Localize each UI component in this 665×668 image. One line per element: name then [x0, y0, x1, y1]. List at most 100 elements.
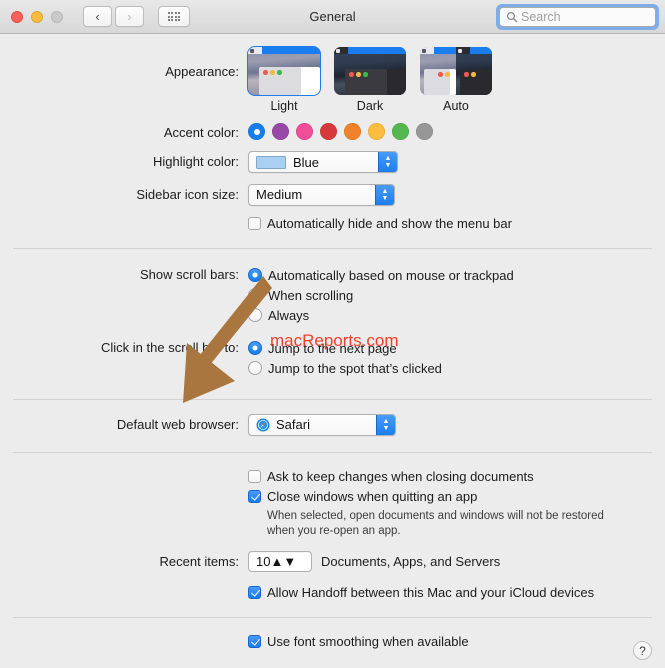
back-button[interactable]: ‹	[83, 6, 112, 27]
scrollbar-option-always-label: Always	[268, 307, 310, 323]
forward-button[interactable]: ›	[115, 6, 144, 27]
scrollbar-radio-auto-line[interactable]: Automatically based on mouse or trackpad	[248, 267, 665, 284]
auto-hide-menu-bar-row: Automatically hide and show the menu bar	[0, 215, 665, 235]
scrollbar-radio-always[interactable]	[248, 307, 262, 322]
accent-swatch-graphite[interactable]	[416, 123, 433, 140]
close-windows-quitting-checkbox[interactable]	[248, 489, 261, 503]
appearance-thumbnail-auto[interactable]	[420, 47, 492, 95]
accent-swatch-orange[interactable]	[344, 123, 361, 140]
stepper-arrows-icon[interactable]: ▲▼	[378, 152, 397, 172]
handoff-row: Allow Handoff between this Mac and your …	[0, 584, 665, 604]
appearance-options[interactable]: Light Dark Auto	[247, 46, 665, 113]
scrollbar-radio-when-scrolling[interactable]	[248, 287, 262, 302]
sidebar-icon-size-value: Medium	[256, 187, 303, 202]
click-scroll-option-spot-clicked-label: Jump to the spot that’s clicked	[268, 360, 442, 376]
ask-keep-changes-label: Ask to keep changes when closing documen…	[267, 468, 534, 484]
zoom-window-button[interactable]	[51, 10, 63, 23]
scrollbar-option-when-scrolling-label: When scrolling	[268, 287, 354, 303]
show-scroll-bars-label: Show scroll bars:	[140, 266, 239, 282]
default-web-browser-dropdown[interactable]: Safari ▲ ▼	[248, 413, 396, 436]
safari-compass-icon	[256, 418, 270, 431]
click-scroll-radio-next-page[interactable]	[248, 340, 262, 355]
appearance-option-auto[interactable]: Auto	[420, 47, 492, 113]
highlight-color-label: Highlight color:	[153, 154, 239, 169]
window-title-bar: ‹ › General Search	[0, 0, 665, 34]
handoff-checkbox[interactable]	[248, 585, 261, 599]
window-controls[interactable]	[11, 10, 63, 23]
accent-swatch-red[interactable]	[320, 123, 337, 140]
search-input[interactable]: Search	[499, 7, 656, 27]
scrollbar-radio-automatic[interactable]	[248, 267, 262, 282]
stepper-arrows-icon[interactable]: ▲▼	[270, 554, 296, 569]
show-all-preferences-button[interactable]	[158, 6, 190, 27]
default-web-browser-row: Default web browser: Safari ▲ ▼	[0, 413, 665, 437]
close-window-button[interactable]	[11, 10, 23, 23]
macreports-watermark: macReports.com	[270, 331, 399, 350]
divider-4	[13, 616, 652, 618]
sidebar-icon-size-label: Sidebar icon size:	[136, 186, 239, 202]
document-options-hint: When selected, open documents and window…	[267, 509, 604, 537]
highlight-color-dropdown[interactable]: Blue ▲ ▼	[248, 151, 398, 173]
handoff-checkbox-line[interactable]: Allow Handoff between this Mac and your …	[248, 584, 665, 601]
font-smoothing-checkbox[interactable]	[248, 634, 261, 648]
accent-color-label: Accent color:	[163, 125, 239, 140]
divider-1	[13, 247, 652, 249]
chevron-right-icon: ›	[127, 9, 132, 24]
close-windows-quitting-label: Close windows when quitting an app	[267, 488, 478, 504]
stepper-arrows-icon[interactable]: ▲▼	[375, 184, 394, 205]
recent-items-suffix: Documents, Apps, and Servers	[321, 553, 501, 569]
close-windows-quitting-line[interactable]: Close windows when quitting an app	[248, 488, 665, 505]
recent-items-value: 10	[256, 553, 271, 569]
appearance-label: Appearance:	[165, 64, 239, 79]
search-icon	[506, 11, 518, 23]
recent-items-stepper[interactable]: 10 ▲▼	[248, 550, 312, 572]
show-all-grid-icon	[167, 11, 181, 22]
accent-color-swatches[interactable]	[248, 123, 665, 140]
appearance-label-light: Light	[270, 99, 298, 113]
ask-keep-changes-checkbox[interactable]	[248, 469, 261, 483]
divider-2	[13, 398, 652, 400]
appearance-option-dark[interactable]: Dark	[334, 47, 406, 113]
minimize-window-button[interactable]	[31, 10, 43, 23]
ask-keep-changes-line[interactable]: Ask to keep changes when closing documen…	[248, 468, 665, 485]
appearance-option-light[interactable]: Light	[247, 46, 321, 113]
scrollbar-option-automatic-label: Automatically based on mouse or trackpad	[268, 267, 514, 283]
accent-color-row: Accent color:	[0, 123, 665, 140]
accent-swatch-blue[interactable]	[248, 123, 265, 140]
font-smoothing-row: Use font smoothing when available	[0, 633, 665, 653]
accent-swatch-yellow[interactable]	[368, 123, 385, 140]
navigation-buttons[interactable]: ‹ ›	[83, 6, 144, 27]
general-preferences-content: Appearance: Light Dark Auto Accent color…	[0, 34, 665, 668]
highlight-color-value: Blue	[293, 154, 320, 170]
appearance-thumbnail-light[interactable]	[247, 46, 321, 96]
search-placeholder: Search	[521, 10, 561, 24]
question-mark-icon: ?	[639, 643, 646, 658]
stepper-arrows-icon[interactable]: ▲▼	[376, 414, 395, 435]
chevron-left-icon: ‹	[95, 9, 100, 24]
font-smoothing-checkbox-line[interactable]: Use font smoothing when available	[248, 633, 665, 650]
accent-swatch-green[interactable]	[392, 123, 409, 140]
appearance-thumbnail-dark[interactable]	[334, 47, 406, 95]
appearance-label-dark: Dark	[356, 99, 384, 113]
highlight-color-swatch	[256, 155, 286, 169]
help-button[interactable]: ?	[633, 641, 652, 660]
document-options-row: Ask to keep changes when closing documen…	[0, 468, 665, 539]
font-smoothing-label: Use font smoothing when available	[267, 633, 469, 649]
auto-hide-menu-bar-checkbox[interactable]	[248, 216, 261, 230]
click-scroll-bar-label: Click in the scroll bar to:	[101, 339, 239, 355]
auto-hide-menu-bar-checkbox-line[interactable]: Automatically hide and show the menu bar	[248, 215, 665, 232]
recent-items-row: Recent items: 10 ▲▼ Documents, Apps, and…	[0, 550, 665, 572]
click-scroll-radio-spot-clicked[interactable]	[248, 360, 262, 375]
click-scroll-spot-clicked-line[interactable]: Jump to the spot that’s clicked	[248, 360, 665, 377]
scrollbar-radio-always-line[interactable]: Always	[248, 307, 665, 324]
handoff-label: Allow Handoff between this Mac and your …	[267, 584, 595, 600]
sidebar-icon-size-dropdown[interactable]: Medium ▲ ▼	[248, 183, 395, 206]
show-scroll-bars-row: Show scroll bars: Automatically based on…	[0, 267, 665, 327]
appearance-label-auto: Auto	[443, 99, 469, 113]
accent-swatch-purple[interactable]	[272, 123, 289, 140]
divider-3	[13, 451, 652, 453]
search-focus-ring: Search	[496, 4, 659, 30]
scrollbar-radio-when-scrolling-line[interactable]: When scrolling	[248, 287, 665, 304]
appearance-row: Appearance: Light Dark Auto	[0, 34, 665, 113]
accent-swatch-pink[interactable]	[296, 123, 313, 140]
